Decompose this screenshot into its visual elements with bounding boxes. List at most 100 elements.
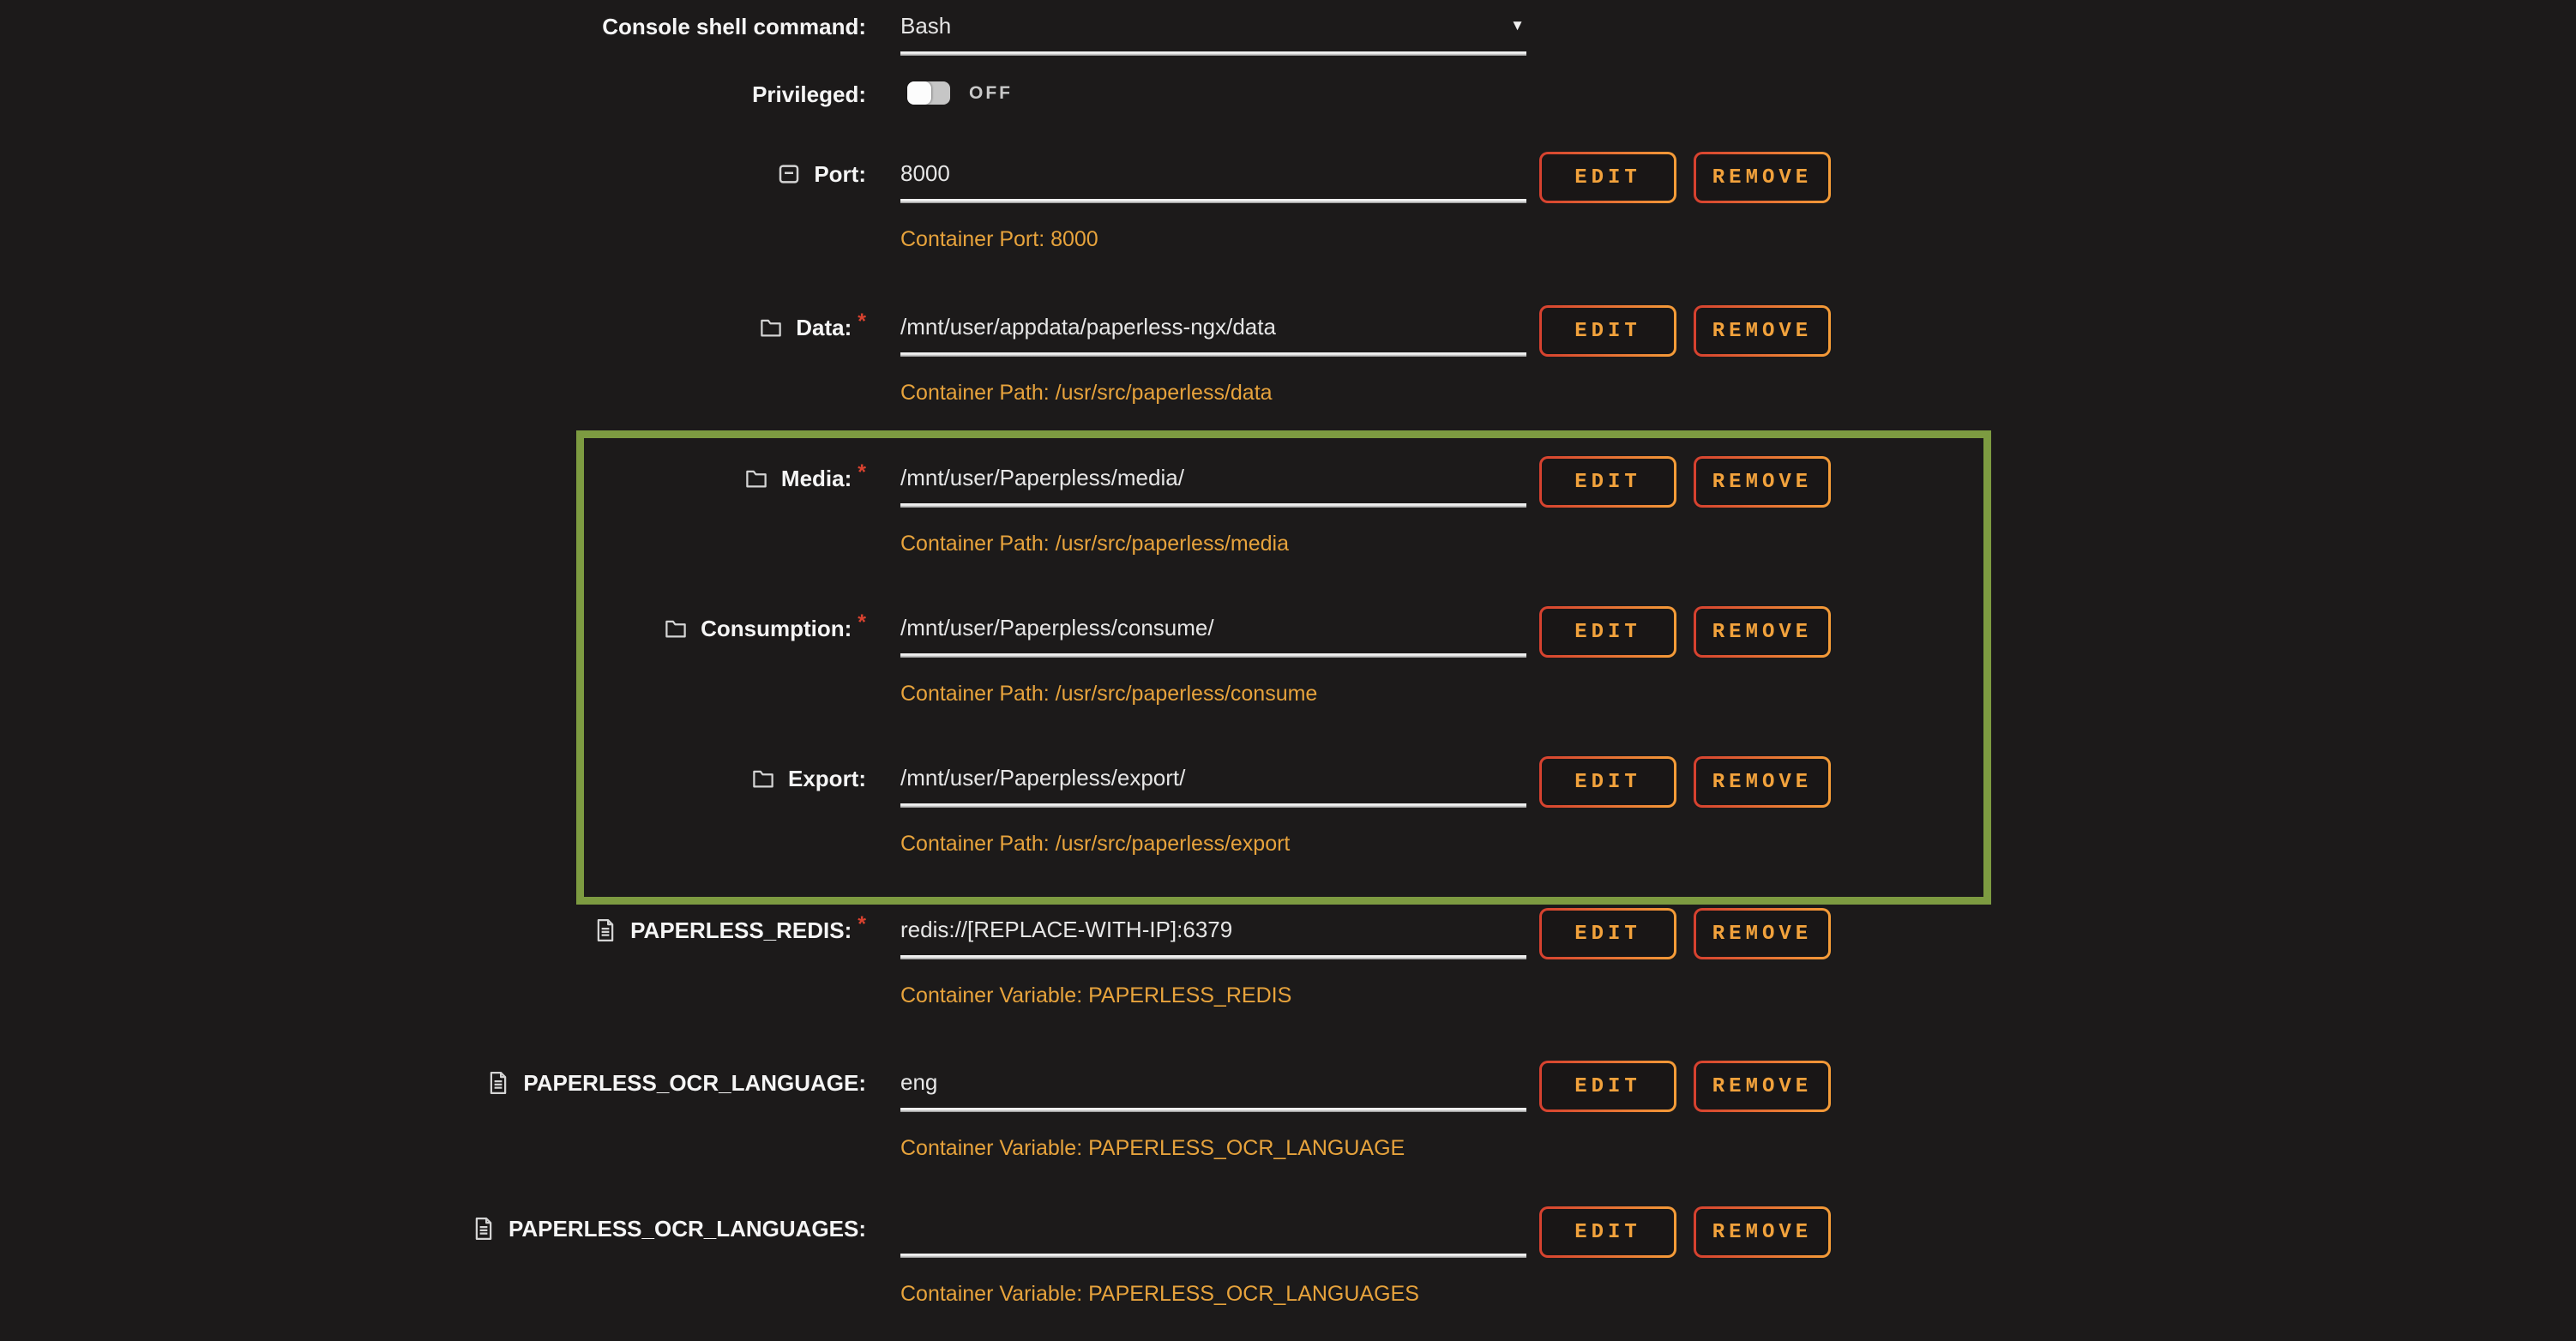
field-label: Port: * <box>0 159 866 189</box>
toggle-knob-icon <box>907 81 931 105</box>
field-label: Data: * <box>0 312 866 343</box>
field-label: Consumption: * <box>0 613 866 644</box>
remove-button[interactable]: REMOVE <box>1694 305 1831 357</box>
remove-button[interactable]: REMOVE <box>1694 1061 1831 1112</box>
config-row-paperless-ocr-language: PAPERLESS_OCR_LANGUAGE: * eng EDIT REMOV… <box>0 1067 2576 1205</box>
remove-button-label: REMOVE <box>1696 1209 1828 1255</box>
field-input[interactable]: /mnt/user/Paperpless/export/ <box>900 761 1526 808</box>
remove-button[interactable]: REMOVE <box>1694 152 1831 203</box>
field-input[interactable]: redis://[REPLACE-WITH-IP]:6379 <box>900 913 1526 959</box>
config-row-data: Data: * /mnt/user/appdata/paperless-ngx/… <box>0 312 2576 449</box>
edit-button[interactable]: EDIT <box>1539 1206 1676 1258</box>
container-mapping-text: Container Path: /usr/src/paperless/data <box>900 377 1273 408</box>
edit-button[interactable]: EDIT <box>1539 152 1676 203</box>
remove-button-label: REMOVE <box>1696 459 1828 505</box>
edit-button-label: EDIT <box>1542 759 1674 805</box>
remove-button-label: REMOVE <box>1696 308 1828 354</box>
required-asterisk: * <box>858 909 866 940</box>
port-icon <box>775 160 803 188</box>
edit-button[interactable]: EDIT <box>1539 606 1676 658</box>
field-input-value: 8000 <box>900 157 1526 189</box>
remove-button-label: REMOVE <box>1696 759 1828 805</box>
doc-icon <box>470 1215 497 1242</box>
required-asterisk: * <box>858 306 866 337</box>
doc-icon <box>592 917 619 944</box>
remove-button[interactable]: REMOVE <box>1694 606 1831 658</box>
field-input[interactable]: /mnt/user/Paperpless/media/ <box>900 461 1526 508</box>
toggle-state-label: OFF <box>969 79 1013 108</box>
field-input[interactable]: /mnt/user/Paperpless/consume/ <box>900 611 1526 658</box>
field-label: PAPERLESS_REDIS: * <box>0 915 866 946</box>
field-input[interactable] <box>900 1212 1526 1258</box>
field-label-text: PAPERLESS_OCR_LANGUAGES: <box>509 1213 866 1244</box>
field-input[interactable]: eng <box>900 1066 1526 1112</box>
config-row-consumption: Consumption: * /mnt/user/Paperpless/cons… <box>0 613 2576 750</box>
edit-button-label: EDIT <box>1542 609 1674 655</box>
remove-button-label: REMOVE <box>1696 154 1828 201</box>
field-label: Console shell command: <box>0 11 866 42</box>
config-row-paperless-ocr-languages: PAPERLESS_OCR_LANGUAGES: * EDIT REMOVE C… <box>0 1213 2576 1341</box>
field-input-value: /mnt/user/Paperpless/export/ <box>900 761 1526 794</box>
field-input-value: eng <box>900 1066 1526 1098</box>
field-label-text: Media: <box>781 463 852 494</box>
remove-button[interactable]: REMOVE <box>1694 756 1831 808</box>
folder-icon <box>743 465 770 492</box>
remove-button-label: REMOVE <box>1696 1063 1828 1109</box>
folder-icon <box>757 314 785 341</box>
remove-button[interactable]: REMOVE <box>1694 1206 1831 1258</box>
docker-container-settings-page: Console shell command: Bash ▼ Privileged… <box>0 0 2576 1341</box>
field-label-text: Consumption: <box>701 613 852 644</box>
doc-icon <box>485 1069 512 1097</box>
field-input-value: redis://[REPLACE-WITH-IP]:6379 <box>900 913 1526 946</box>
field-label: PAPERLESS_OCR_LANGUAGES: * <box>0 1213 866 1244</box>
required-asterisk: * <box>858 607 866 638</box>
dropdown-arrow-icon: ▼ <box>1510 15 1525 37</box>
field-label-text: PAPERLESS_REDIS: <box>630 915 852 946</box>
field-label-text: Export: <box>788 763 866 794</box>
edit-button[interactable]: EDIT <box>1539 1061 1676 1112</box>
edit-button[interactable]: EDIT <box>1539 456 1676 508</box>
shell-command-select[interactable]: Bash ▼ <box>900 9 1526 56</box>
field-input-value: /mnt/user/Paperpless/media/ <box>900 461 1526 494</box>
remove-button[interactable]: REMOVE <box>1694 456 1831 508</box>
privileged-toggle[interactable] <box>907 81 950 105</box>
config-row-export: Export: * /mnt/user/Paperpless/export/ E… <box>0 763 2576 900</box>
field-label-text: Console shell command: <box>602 11 866 42</box>
required-asterisk: * <box>858 457 866 488</box>
field-label-text: Port: <box>814 159 866 189</box>
container-mapping-text: Container Variable: PAPERLESS_OCR_LANGUA… <box>900 1133 1405 1164</box>
field-label: Media: * <box>0 463 866 494</box>
remove-button-label: REMOVE <box>1696 609 1828 655</box>
field-input[interactable]: 8000 <box>900 157 1526 203</box>
edit-button-label: EDIT <box>1542 308 1674 354</box>
container-mapping-text: Container Path: /usr/src/paperless/media <box>900 528 1289 559</box>
field-label: Export: * <box>0 763 866 794</box>
edit-button-label: EDIT <box>1542 911 1674 957</box>
field-label: Privileged: <box>0 79 866 110</box>
field-input-value: /mnt/user/appdata/paperless-ngx/data <box>900 310 1526 343</box>
container-mapping-text: Container Port: 8000 <box>900 224 1098 255</box>
edit-button[interactable]: EDIT <box>1539 305 1676 357</box>
field-input-value: /mnt/user/Paperpless/consume/ <box>900 611 1526 644</box>
container-mapping-text: Container Path: /usr/src/paperless/expor… <box>900 828 1290 859</box>
field-label-text: PAPERLESS_OCR_LANGUAGE: <box>523 1067 866 1098</box>
remove-button[interactable]: REMOVE <box>1694 908 1831 959</box>
remove-button-label: REMOVE <box>1696 911 1828 957</box>
edit-button[interactable]: EDIT <box>1539 756 1676 808</box>
edit-button[interactable]: EDIT <box>1539 908 1676 959</box>
folder-icon <box>749 765 777 792</box>
config-row-port: Port: * 8000 EDIT REMOVE Container Port:… <box>0 159 2576 296</box>
field-label: PAPERLESS_OCR_LANGUAGE: * <box>0 1067 866 1098</box>
field-label-text: Privileged: <box>752 79 866 110</box>
config-row-paperless-redis: PAPERLESS_REDIS: * redis://[REPLACE-WITH… <box>0 915 2576 1052</box>
edit-button-label: EDIT <box>1542 1209 1674 1255</box>
container-mapping-text: Container Variable: PAPERLESS_REDIS <box>900 980 1291 1011</box>
config-row-media: Media: * /mnt/user/Paperpless/media/ EDI… <box>0 463 2576 600</box>
edit-button-label: EDIT <box>1542 1063 1674 1109</box>
shell-command-selected-value: Bash <box>900 9 1526 42</box>
container-mapping-text: Container Variable: PAPERLESS_OCR_LANGUA… <box>900 1278 1419 1309</box>
field-label-text: Data: <box>796 312 852 343</box>
folder-icon <box>662 615 689 642</box>
field-input[interactable]: /mnt/user/appdata/paperless-ngx/data <box>900 310 1526 357</box>
container-mapping-text: Container Path: /usr/src/paperless/consu… <box>900 678 1317 709</box>
